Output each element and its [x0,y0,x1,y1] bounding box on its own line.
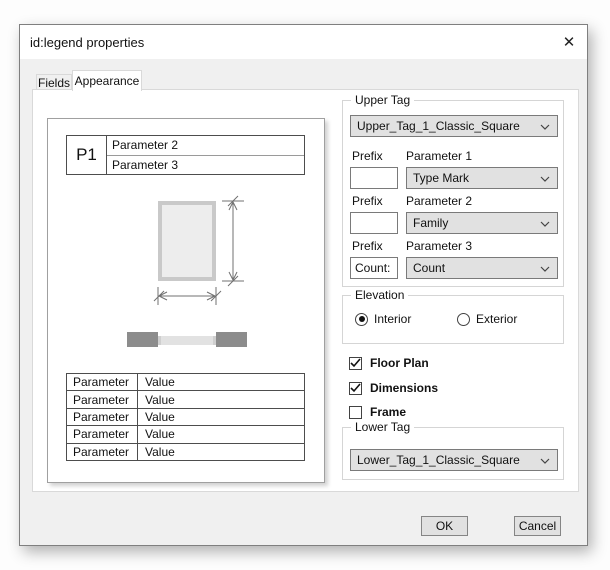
check-icon [350,358,361,368]
floor-plan-dimension-drawing [48,179,326,354]
title-bar: id:legend properties ✕ [20,25,587,59]
parameter3-label: Parameter 3 [406,239,472,253]
chevron-down-icon [540,266,550,272]
param-cell: Parameter [67,426,138,442]
value-cell: Value [138,426,304,442]
value-cell: Value [138,391,304,407]
screen: id:legend properties ✕ Fields Appearance… [0,0,610,570]
plan-wall-left [127,332,158,347]
plan-opening-jamb-right [213,336,216,345]
radio-interior[interactable]: Interior [355,312,411,326]
prefix2-label: Prefix [352,194,383,208]
parameter3-select[interactable]: Count [406,257,558,279]
parameter3-selected-value: Count [413,261,445,275]
elevation-group: Elevation Interior Exterior [342,295,564,344]
parameter2-selected-value: Family [413,216,448,230]
tab-appearance-label: Appearance [75,74,140,88]
checkbox-frame-label: Frame [370,405,406,419]
close-icon: ✕ [563,33,576,51]
plan-wall-right [216,332,247,347]
checkbox-frame[interactable]: Frame [349,405,406,419]
upper-tag-select[interactable]: Upper_Tag_1_Classic_Square [350,115,558,137]
parameter1-label: Parameter 1 [406,149,472,163]
param-cell: Parameter [67,391,138,407]
radio-exterior[interactable]: Exterior [457,312,517,326]
tab-fields[interactable]: Fields [36,74,72,90]
param-cell: Parameter [67,374,138,390]
ok-button[interactable]: OK [421,516,468,536]
parameter-value-preview-table: Parameter Value Parameter Value Paramete… [66,373,305,461]
check-icon [350,383,361,393]
cancel-button-label: Cancel [519,519,556,533]
radio-circle [457,313,470,326]
upper-tag-group-label: Upper Tag [351,93,414,107]
checkbox-dimensions[interactable]: Dimensions [349,381,438,395]
cancel-button[interactable]: Cancel [514,516,561,536]
upper-tag-selected-value: Upper_Tag_1_Classic_Square [357,119,520,133]
lower-tag-group: Lower Tag Lower_Tag_1_Classic_Square [342,427,564,480]
prefix3-label: Prefix [352,239,383,253]
checkbox-box [349,357,362,370]
prefix1-label: Prefix [352,149,383,163]
radio-interior-label: Interior [374,312,411,326]
vertical-dimension [222,196,244,286]
lower-tag-select[interactable]: Lower_Tag_1_Classic_Square [350,449,558,471]
chevron-down-icon [540,176,550,182]
legend-preview: P1 Parameter 2 Parameter 3 [47,118,325,483]
table-row: Parameter Value [67,409,304,426]
elevation-frame-rect [160,203,214,279]
lower-tag-group-label: Lower Tag [351,420,414,434]
checkbox-floor-plan[interactable]: Floor Plan [349,356,429,370]
close-button[interactable]: ✕ [555,30,583,54]
radio-circle [355,313,368,326]
horizontal-dimension [154,287,221,305]
ok-button-label: OK [436,519,453,533]
radio-exterior-label: Exterior [476,312,517,326]
prefix3-input[interactable] [350,257,398,279]
upper-tag-group: Upper Tag Upper_Tag_1_Classic_Square Pre… [342,100,564,287]
checkbox-floor-plan-label: Floor Plan [370,356,429,370]
legend-properties-dialog: id:legend properties ✕ Fields Appearance… [19,24,588,546]
chevron-down-icon [540,458,550,464]
parameter2-select[interactable]: Family [406,212,558,234]
parameter1-select[interactable]: Type Mark [406,167,558,189]
checkbox-box [349,382,362,395]
param-cell: Parameter [67,444,138,460]
parameter1-selected-value: Type Mark [413,171,469,185]
checkbox-dimensions-label: Dimensions [370,381,438,395]
prefix2-input[interactable] [350,212,398,234]
table-row: Parameter Value [67,444,304,460]
table-row: Parameter Value [67,374,304,391]
chevron-down-icon [540,221,550,227]
value-cell: Value [138,374,304,390]
plan-opening [158,336,216,345]
tab-appearance[interactable]: Appearance [72,70,142,91]
lower-tag-selected-value: Lower_Tag_1_Classic_Square [357,453,520,467]
upper-tag-preview-tag: P1 [67,136,107,174]
prefix1-input[interactable] [350,167,398,189]
parameter2-label: Parameter 2 [406,194,472,208]
upper-tag-preview-param3: Parameter 3 [107,156,304,175]
chevron-down-icon [540,124,550,130]
value-cell: Value [138,444,304,460]
checkbox-box [349,406,362,419]
value-cell: Value [138,409,304,425]
upper-tag-preview-param2: Parameter 2 [107,136,304,156]
upper-tag-preview-table: P1 Parameter 2 Parameter 3 [66,135,305,175]
radio-dot [359,316,365,322]
plan-opening-jamb-left [158,336,161,345]
param-cell: Parameter [67,409,138,425]
appearance-tab-panel: P1 Parameter 2 Parameter 3 [32,89,579,492]
table-row: Parameter Value [67,426,304,443]
tab-fields-label: Fields [38,76,70,90]
dialog-title: id:legend properties [30,35,144,50]
elevation-group-label: Elevation [351,288,408,302]
table-row: Parameter Value [67,391,304,408]
